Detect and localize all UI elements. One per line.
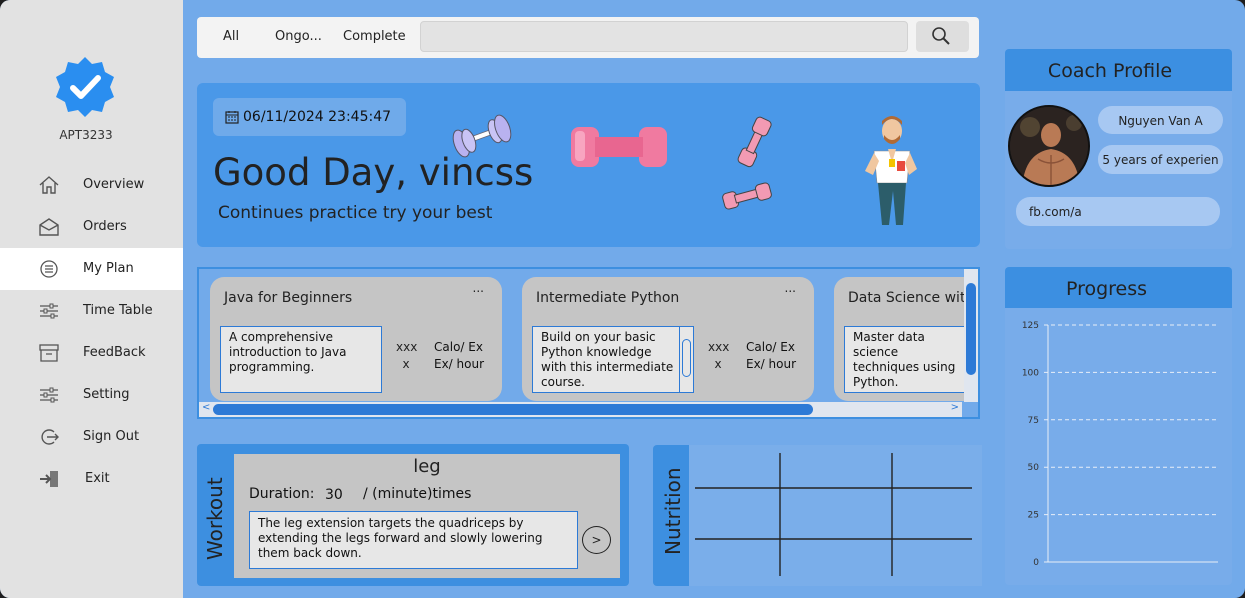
course-stat-label: Calo/ Ex Ex/ hour (434, 340, 485, 371)
duration-label: Duration: (249, 486, 315, 502)
exit-icon (40, 471, 58, 487)
sliders-icon (40, 303, 58, 319)
sidebar-item-label: My Plan (83, 261, 134, 276)
description-scrollbar[interactable] (679, 327, 693, 392)
sidebar-item-label: Exit (85, 471, 110, 486)
course-stat-value: xxx x (396, 340, 418, 371)
course-description: A comprehensive introduction to Java pro… (220, 326, 382, 393)
vertical-scrollbar[interactable] (964, 269, 978, 402)
small-dumbbells-illustration (722, 116, 772, 210)
envelope-icon (39, 218, 59, 236)
nutrition-grid (689, 445, 982, 586)
workout-detail: leg Duration: 30 / (minute)times The leg… (234, 454, 620, 578)
course-title: Intermediate Python (536, 290, 680, 306)
magnifier-icon (932, 27, 950, 45)
y-tick-label: 100 (1022, 368, 1039, 378)
progress-header: Progress (1005, 267, 1232, 308)
scroll-left-icon[interactable]: < (202, 402, 210, 413)
nutrition-grid-lines (695, 453, 972, 576)
sidebar-item-label: Overview (83, 177, 145, 192)
progress-chart: 0 25 50 75 100 125 (1022, 321, 1218, 568)
nutrition-panel: Nutrition (653, 445, 982, 586)
archive-icon (39, 344, 59, 362)
coach-photo (1010, 107, 1088, 185)
datetime-badge: 06/11/2024 23:45:47 (213, 98, 406, 136)
coach-experience: 5 years of experien (1098, 145, 1223, 174)
sign-out-icon (41, 429, 59, 445)
exercise-description: The leg extension targets the quadriceps… (249, 511, 578, 569)
progress-title: Progress (1065, 278, 1148, 300)
sidebar-item-my-plan[interactable]: My Plan (0, 248, 183, 290)
purple-dumbbell-illustration (452, 114, 512, 158)
datetime-text: 06/11/2024 23:45:47 (243, 109, 392, 125)
workout-side-label: Workout (203, 477, 227, 560)
calendar-icon (225, 111, 239, 124)
horizontal-scrollbar[interactable]: < > (199, 402, 962, 417)
duration-input[interactable]: 30 (325, 487, 343, 503)
duration-unit: / (minute)times (363, 486, 472, 502)
course-cards-scroller[interactable]: Java for Beginners ... A comprehensive i… (197, 267, 980, 419)
home-icon (39, 176, 59, 194)
course-title: Data Science with (848, 290, 964, 306)
course-description: Master data science techniques using Pyt… (844, 326, 964, 393)
course-menu-button[interactable]: ... (473, 281, 484, 295)
app-name: APT3233 (59, 128, 113, 142)
coach-social-link[interactable]: fb.com/a (1016, 197, 1220, 226)
course-stat-label: Calo/ Ex Ex/ hour (746, 340, 797, 371)
coach-name: Nguyen Van A (1098, 106, 1223, 134)
coach-character-illustration (865, 116, 917, 225)
y-tick-label: 50 (1028, 463, 1040, 473)
sidebar-item-exit[interactable]: Exit (0, 458, 183, 500)
sidebar-item-orders[interactable]: Orders (0, 206, 183, 248)
sidebar-item-label: FeedBack (83, 345, 146, 360)
nutrition-side-label: Nutrition (661, 467, 685, 555)
sidebar-item-time-table[interactable]: Time Table (0, 290, 183, 332)
pink-dumbbell-illustration (571, 127, 667, 167)
sidebar-item-setting[interactable]: Setting (0, 374, 183, 416)
app-window: APT3233 Overview Orders My Plan Time Tab… (0, 0, 1245, 598)
course-card[interactable]: Data Science with Master data science te… (834, 277, 964, 401)
course-stat-value: xxx x (708, 340, 730, 371)
next-exercise-button[interactable]: > (582, 526, 611, 554)
scroll-right-icon[interactable]: > (951, 402, 959, 413)
list-icon (40, 260, 58, 278)
workout-panel: Workout leg Duration: 30 / (minute)times… (197, 444, 629, 586)
coach-avatar (1008, 105, 1090, 187)
y-tick-label: 0 (1033, 558, 1039, 568)
y-tick-label: 75 (1028, 416, 1039, 426)
progress-card: Progress 0 25 50 75 100 125 (1005, 267, 1232, 585)
y-tick-label: 25 (1028, 511, 1039, 521)
sidebar-item-label: Setting (83, 387, 130, 402)
filter-tab-complete[interactable]: Complete (343, 29, 406, 44)
course-menu-button[interactable]: ... (785, 281, 796, 295)
coach-profile-header: Coach Profile (1005, 49, 1232, 91)
welcome-banner: 06/11/2024 23:45:47 Good Day, vincss Con… (197, 83, 980, 247)
settings-sliders-icon (40, 387, 58, 403)
exercise-name: leg (413, 456, 441, 477)
sidebar-item-label: Orders (83, 219, 127, 234)
filter-tab-all[interactable]: All (223, 29, 239, 44)
sidebar: APT3233 Overview Orders My Plan Time Tab… (0, 0, 183, 598)
coach-profile-card: Coach Profile Nguyen Van A 5 years of ex… (1005, 49, 1232, 249)
coach-profile-title: Coach Profile (1047, 60, 1173, 82)
sidebar-item-feedback[interactable]: FeedBack (0, 332, 183, 374)
course-title: Java for Beginners (224, 290, 353, 306)
filter-bar: All Ongo... Complete (197, 17, 979, 58)
scrollbar-thumb[interactable] (966, 283, 976, 375)
sidebar-item-label: Time Table (83, 303, 153, 318)
course-card[interactable]: Intermediate Python ... Build on your ba… (522, 277, 814, 401)
sidebar-item-overview[interactable]: Overview (0, 164, 183, 206)
course-description: Build on your basic Python knowledge wit… (532, 326, 694, 393)
sidebar-item-label: Sign Out (83, 429, 140, 444)
search-input[interactable] (420, 21, 908, 52)
y-tick-label: 125 (1022, 321, 1039, 331)
filter-tab-ongoing[interactable]: Ongo... (275, 29, 322, 44)
search-button[interactable] (916, 21, 969, 52)
course-card[interactable]: Java for Beginners ... A comprehensive i… (210, 277, 502, 401)
scrollbar-thumb[interactable] (213, 404, 813, 415)
verified-badge-logo (56, 57, 114, 117)
greeting-subtitle: Continues practice try your best (218, 203, 493, 223)
sidebar-item-sign-out[interactable]: Sign Out (0, 416, 183, 458)
